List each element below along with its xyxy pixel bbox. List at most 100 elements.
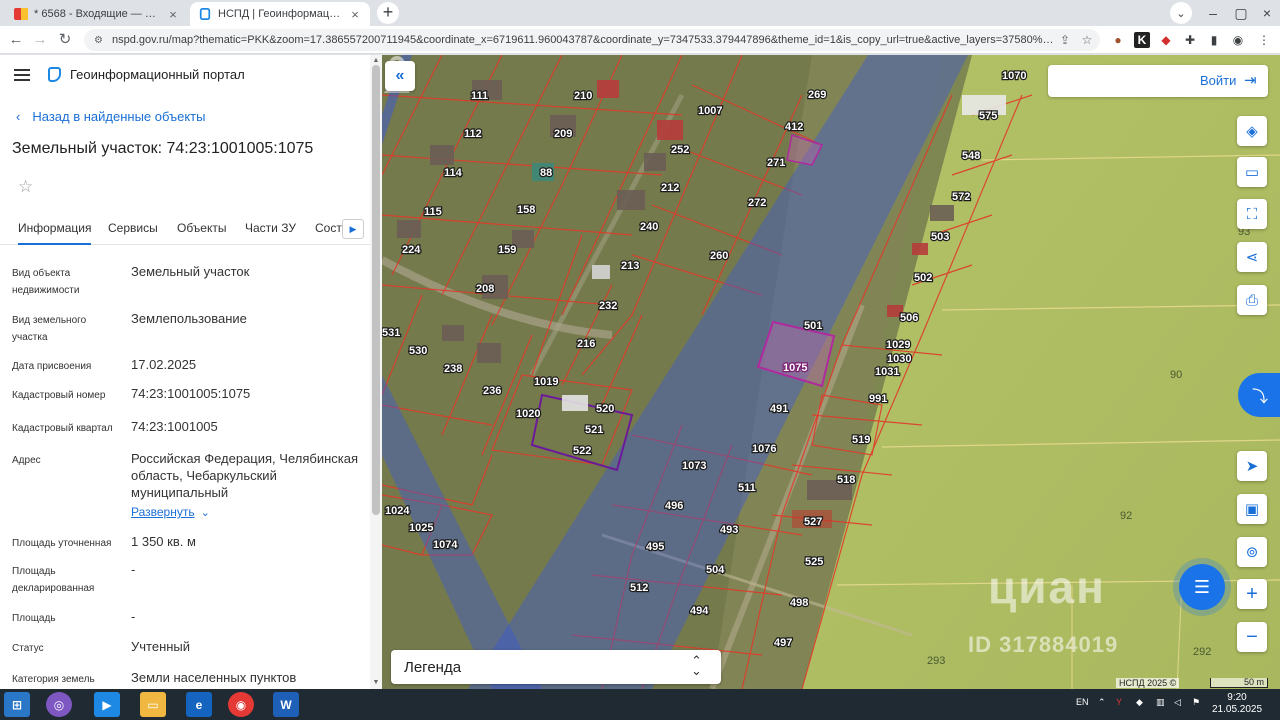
parcel-label-1031[interactable]: 1031 [874, 365, 901, 379]
parcel-label-1019[interactable]: 1019 [533, 375, 560, 389]
scroll-down-icon[interactable]: ▼ [370, 679, 382, 686]
parcel-label-212[interactable]: 212 [660, 181, 681, 195]
forward-arrow-icon[interactable]: → [30, 30, 50, 50]
zoom-out-button[interactable]: − [1237, 622, 1267, 652]
parcel-label-271[interactable]: 271 [766, 156, 787, 170]
tray-app-icon[interactable]: ◆ [1136, 697, 1143, 708]
login-button[interactable]: Войти ⇥ [1048, 65, 1268, 97]
site-info-icon[interactable]: ⚙ [94, 35, 106, 46]
parcel-label-498[interactable]: 498 [789, 596, 810, 610]
legend-dropdown[interactable]: Легенда ⌃ ⌄ [391, 650, 721, 684]
reload-icon[interactable]: ↻ [55, 30, 75, 50]
parcel-label-269[interactable]: 269 [807, 88, 828, 102]
tray-arrow-icon[interactable]: ⌃ [1098, 697, 1106, 708]
tab-close-icon[interactable]: × [166, 7, 180, 22]
parcel-label-506[interactable]: 506 [899, 311, 920, 325]
parcel-label-502[interactable]: 502 [913, 271, 934, 285]
parcel-label-504[interactable]: 504 [705, 563, 727, 577]
parcel-label-240[interactable]: 240 [639, 220, 660, 234]
volume-icon[interactable]: ◁ [1174, 697, 1181, 708]
tab-close-icon[interactable]: × [348, 7, 362, 22]
menu-kebab-icon[interactable]: ⋮ [1256, 32, 1272, 48]
parcel-label-112[interactable]: 112 [463, 127, 483, 141]
tab-search-icon[interactable]: ⌄ [1170, 2, 1192, 24]
scrollbar-thumb[interactable] [372, 65, 380, 515]
close-window-icon[interactable]: × [1254, 0, 1280, 26]
parcel-label-1020[interactable]: 1020 [515, 407, 542, 421]
parcel-label-412[interactable]: 412 [784, 120, 805, 134]
parcel-label-991[interactable]: 991 [868, 392, 889, 406]
assistant-side-button[interactable]: ⤵ [1238, 373, 1280, 417]
parcel-label-531[interactable]: 531 [382, 326, 402, 340]
parcel-label-530[interactable]: 530 [408, 344, 429, 358]
parcel-label-236[interactable]: 236 [482, 384, 503, 398]
parcel-label-575[interactable]: 575 [978, 109, 999, 123]
parcel-label-111[interactable]: 111 [470, 89, 490, 103]
map-canvas[interactable]: 1070 575 269 1007 210 111 112 209 412 252 271 548 11… [382, 55, 1280, 689]
collapse-panel-button[interactable]: « [385, 61, 415, 91]
parcel-label-114[interactable]: 114 [443, 166, 464, 180]
parcel-label-494[interactable]: 494 [689, 604, 711, 618]
minimap-button[interactable]: ▣ [1237, 494, 1267, 524]
start-button-icon[interactable]: ⊞ [4, 692, 30, 717]
hamburger-menu-icon[interactable] [14, 69, 30, 81]
tab-nspd[interactable]: НСПД | Геоинформационный п × [190, 2, 370, 26]
parcel-label-520[interactable]: 520 [595, 402, 616, 416]
parcel-label-548[interactable]: 548 [961, 149, 982, 163]
parcel-label-232[interactable]: 232 [598, 299, 619, 313]
parcel-label-224[interactable]: 224 [401, 243, 423, 257]
favorite-star-icon[interactable]: ☆ [18, 177, 33, 197]
profile-avatar-icon[interactable]: ◉ [1230, 32, 1246, 48]
parcel-label-115[interactable]: 115 [423, 205, 443, 219]
tab-information[interactable]: Информация [18, 221, 92, 245]
parcel-label-519[interactable]: 519 [851, 433, 872, 447]
parcel-label-1070[interactable]: 1070 [1001, 69, 1028, 83]
back-arrow-icon[interactable]: ← [6, 30, 26, 50]
parcel-label-1025[interactable]: 1025 [408, 521, 435, 535]
parcel-label-1073[interactable]: 1073 [681, 459, 708, 473]
select-area-button[interactable]: ⛶ [1237, 199, 1267, 229]
parcel-label-1029[interactable]: 1029 [885, 338, 912, 352]
share-icon[interactable]: ⇪ [1056, 33, 1074, 47]
panel-scrollbar[interactable]: ▲ ▼ [370, 55, 382, 689]
notification-flag-icon[interactable]: ⚑ [1192, 697, 1200, 708]
cadastral-map[interactable]: 1070 575 269 1007 210 111 112 209 412 252 271 548 11… [382, 55, 1280, 689]
parcel-label-1007[interactable]: 1007 [697, 104, 724, 118]
parcel-label-1075[interactable]: 1075 [782, 361, 809, 375]
parcel-label-491[interactable]: 491 [769, 402, 790, 416]
tab-yandex-mail[interactable]: * 6568 - Входящие — Яндекс По × [6, 2, 188, 26]
search-location-button[interactable]: ⊚ [1237, 537, 1267, 567]
expand-address-link[interactable]: Развернуть ⌄ [131, 503, 210, 521]
parcel-label-1024[interactable]: 1024 [384, 504, 412, 518]
bookmark-star-icon[interactable]: ☆ [1078, 33, 1096, 47]
parcel-label-495[interactable]: 495 [645, 540, 666, 554]
parcel-label-88[interactable]: 88 [539, 166, 554, 180]
parcel-label-512[interactable]: 512 [629, 581, 650, 595]
parcel-label-159[interactable]: 159 [497, 243, 518, 257]
extension-icon[interactable]: ● [1110, 32, 1126, 48]
parcel-label-238[interactable]: 238 [443, 362, 464, 376]
tabs-scroll-right-icon[interactable]: ▶ [342, 219, 364, 239]
parcel-label-511[interactable]: 511 [737, 481, 757, 495]
maximize-icon[interactable]: ▢ [1228, 0, 1254, 26]
parcel-label-525[interactable]: 525 [804, 555, 825, 569]
share-button[interactable]: ⋖ [1237, 242, 1267, 272]
side-panel-icon[interactable]: ▮ [1206, 32, 1222, 48]
back-to-results-link[interactable]: ‹ Назад в найденные объекты [16, 109, 205, 124]
parcel-label-1076[interactable]: 1076 [751, 442, 778, 456]
minimize-icon[interactable]: – [1200, 0, 1226, 26]
file-explorer-icon[interactable]: ▭ [140, 692, 166, 717]
tab-parts[interactable]: Части ЗУ [245, 221, 296, 235]
chrome-icon[interactable]: ◉ [228, 692, 254, 717]
tab-services[interactable]: Сервисы [108, 221, 158, 235]
parcel-label-210[interactable]: 210 [573, 89, 594, 103]
address-bar[interactable]: ⚙ nspd.gov.ru/map?thematic=PKK&zoom=17.3… [84, 29, 1100, 51]
zoom-in-button[interactable]: + [1237, 579, 1267, 609]
alice-assistant-icon[interactable]: ◎ [46, 692, 72, 717]
parcel-label-522[interactable]: 522 [572, 444, 593, 458]
parcel-label-158[interactable]: 158 [516, 203, 537, 217]
parcel-label-213[interactable]: 213 [620, 259, 641, 273]
parcel-label-208[interactable]: 208 [475, 282, 496, 296]
print-button[interactable]: ⎙ [1237, 285, 1267, 315]
parcel-label-521[interactable]: 521 [584, 423, 605, 437]
